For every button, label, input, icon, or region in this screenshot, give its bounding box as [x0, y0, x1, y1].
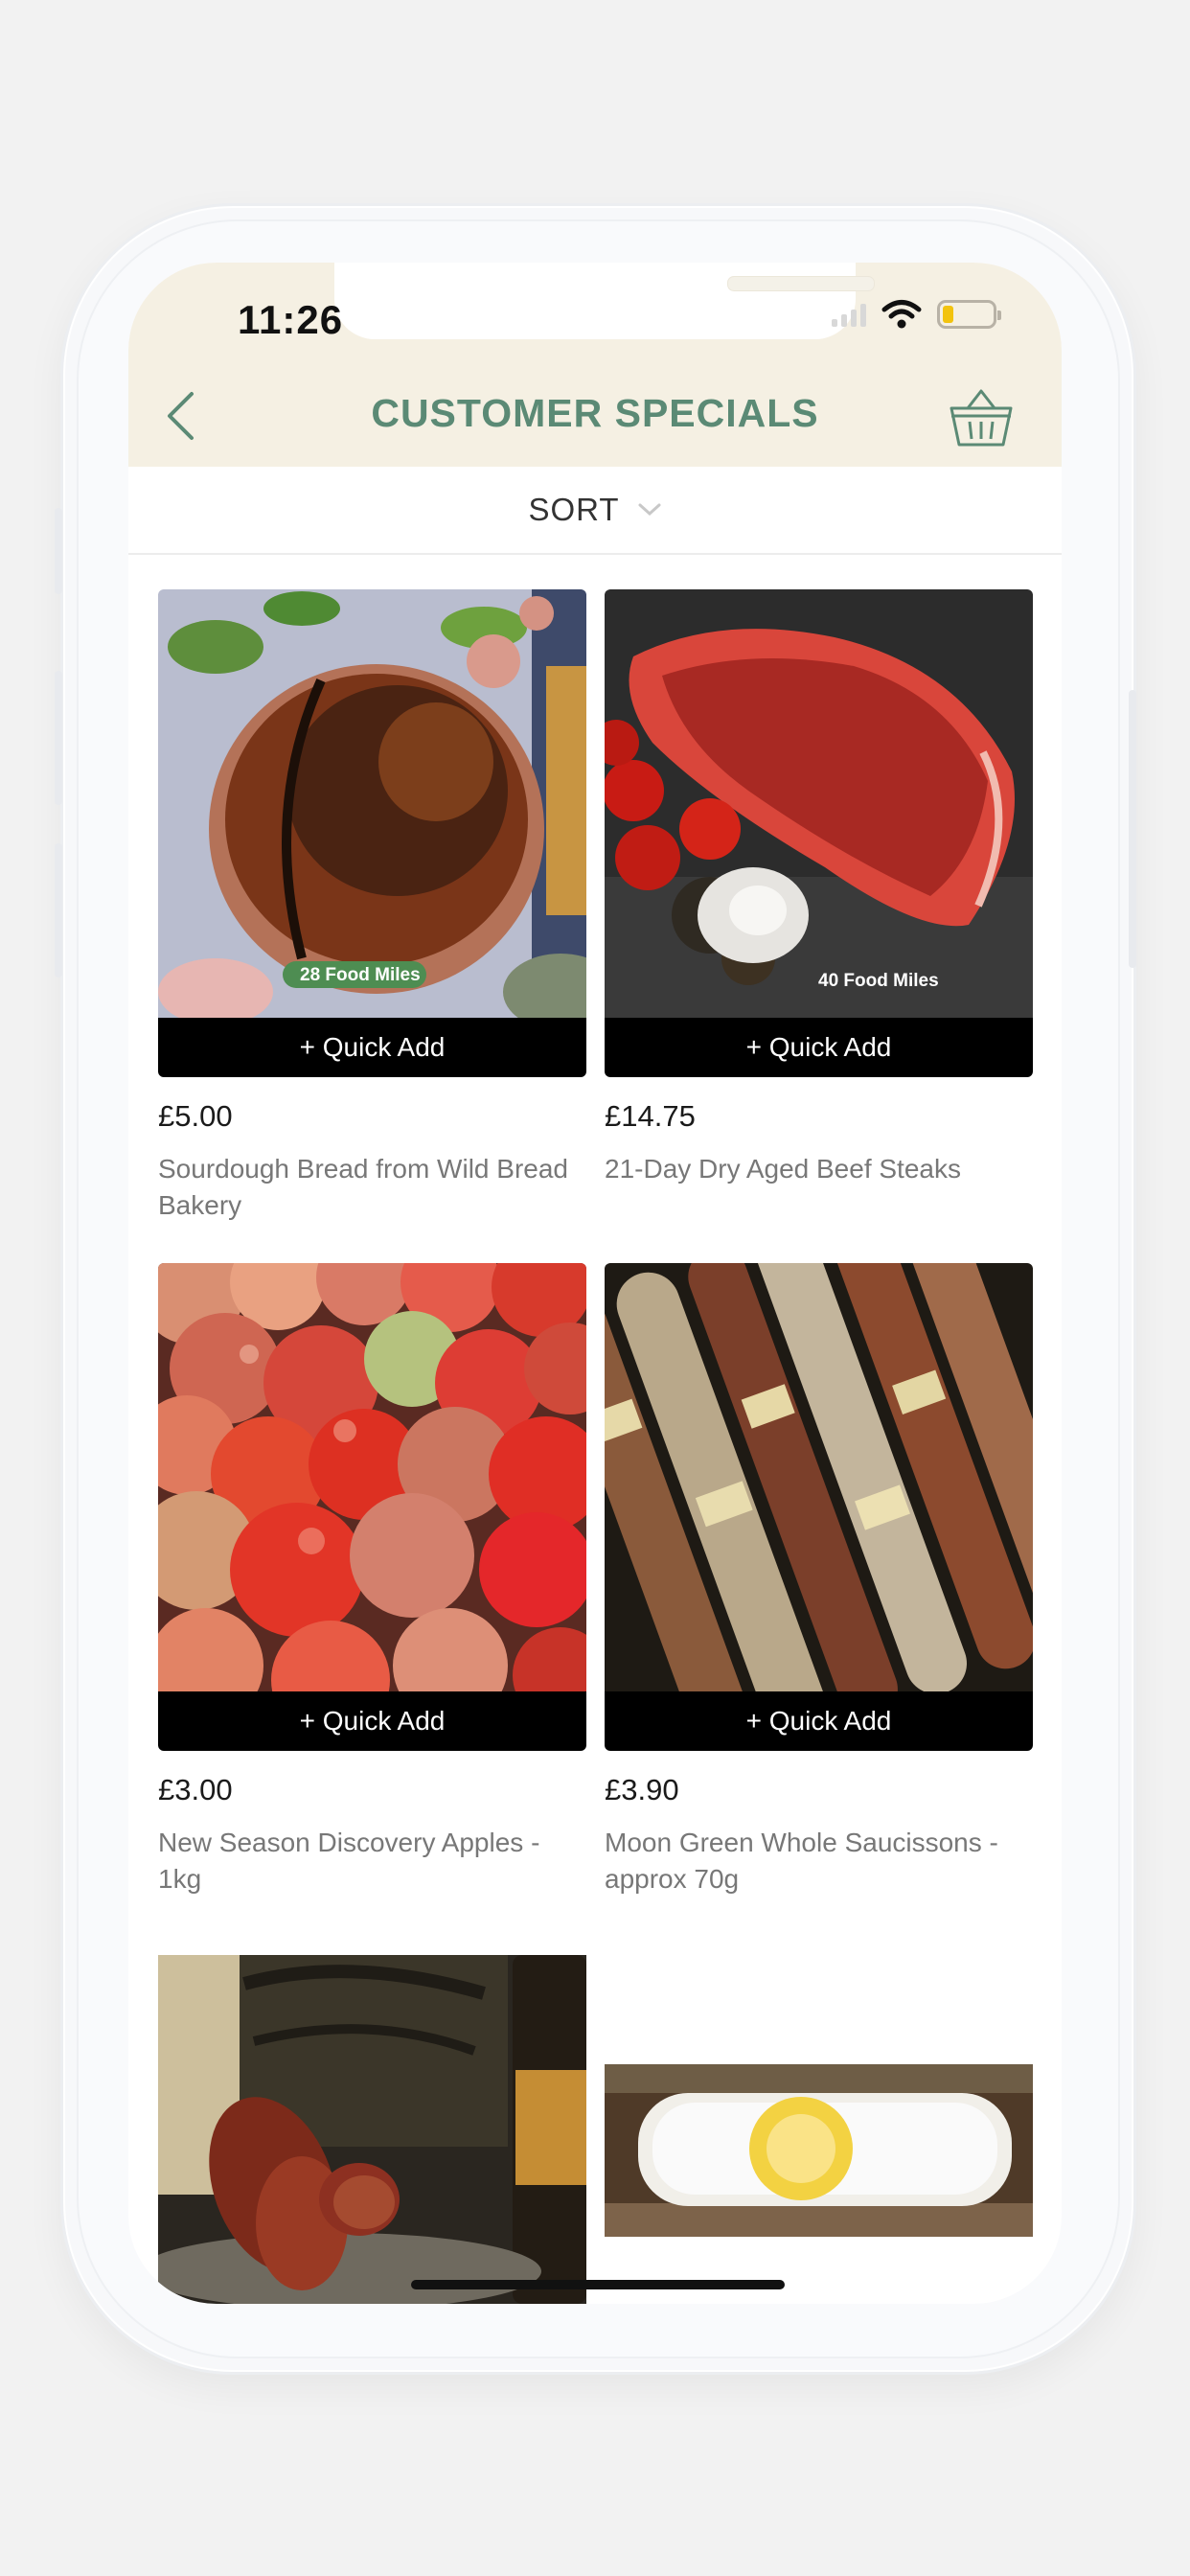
- product-image-beef-steaks[interactable]: 40 Food Miles: [605, 589, 1033, 1018]
- product-name[interactable]: Moon Green Whole Saucissons - approx 70g: [605, 1825, 1026, 1898]
- food-miles-badge: 28 Food Miles: [300, 965, 421, 985]
- speaker: [727, 276, 875, 291]
- product-name[interactable]: Sourdough Bread from Wild Bread Bakery: [158, 1151, 580, 1224]
- notch: [334, 263, 875, 339]
- quick-add-button[interactable]: + Quick Add: [605, 1691, 1033, 1751]
- product-image-sourdough[interactable]: 28 Food Miles: [158, 589, 586, 1018]
- wifi-icon: [881, 300, 922, 329]
- status-time: 11:26: [238, 297, 344, 342]
- quick-add-button[interactable]: + Quick Add: [158, 1018, 586, 1077]
- product-image-saucissons[interactable]: [605, 1263, 1033, 1691]
- mute-switch: [55, 508, 62, 594]
- quick-add-button[interactable]: + Quick Add: [158, 1691, 586, 1751]
- battery-icon: [937, 300, 1001, 329]
- basket-icon[interactable]: [949, 387, 1014, 448]
- product-card-partial-left[interactable]: [158, 1955, 586, 2304]
- product-name[interactable]: 21-Day Dry Aged Beef Steaks: [605, 1151, 1026, 1187]
- status-icons: [832, 299, 1001, 330]
- header-bar: 11:26 CUSTOMER SPECIALS: [128, 263, 1062, 467]
- chevron-down-icon: [638, 503, 661, 517]
- signal-icon: [832, 302, 866, 327]
- food-miles-badge: 40 Food Miles: [818, 971, 939, 991]
- page-title: CUSTOMER SPECIALS: [371, 391, 819, 435]
- product-price: £3.00: [158, 1773, 233, 1806]
- app-screen: 11:26 CUSTOMER SPECIALS SORT 28 Food Mil…: [128, 263, 1062, 2304]
- product-image-apples[interactable]: [158, 1263, 586, 1691]
- sort-bar[interactable]: SORT: [128, 467, 1062, 555]
- sort-label: SORT: [528, 492, 620, 527]
- product-price: £3.90: [605, 1773, 679, 1806]
- volume-down-button: [55, 843, 62, 978]
- volume-up-button: [55, 671, 62, 805]
- product-image-chorizo[interactable]: [158, 1955, 586, 2304]
- product-price: £5.00: [158, 1099, 233, 1133]
- quick-add-button[interactable]: + Quick Add: [605, 1018, 1033, 1077]
- product-name[interactable]: New Season Discovery Apples - 1kg: [158, 1825, 580, 1898]
- product-image-goats-cheese[interactable]: [605, 2064, 1033, 2237]
- product-card-partial-right[interactable]: [605, 2064, 1033, 2237]
- product-price: £14.75: [605, 1099, 696, 1133]
- power-button: [1129, 690, 1136, 968]
- home-indicator[interactable]: [411, 2280, 785, 2289]
